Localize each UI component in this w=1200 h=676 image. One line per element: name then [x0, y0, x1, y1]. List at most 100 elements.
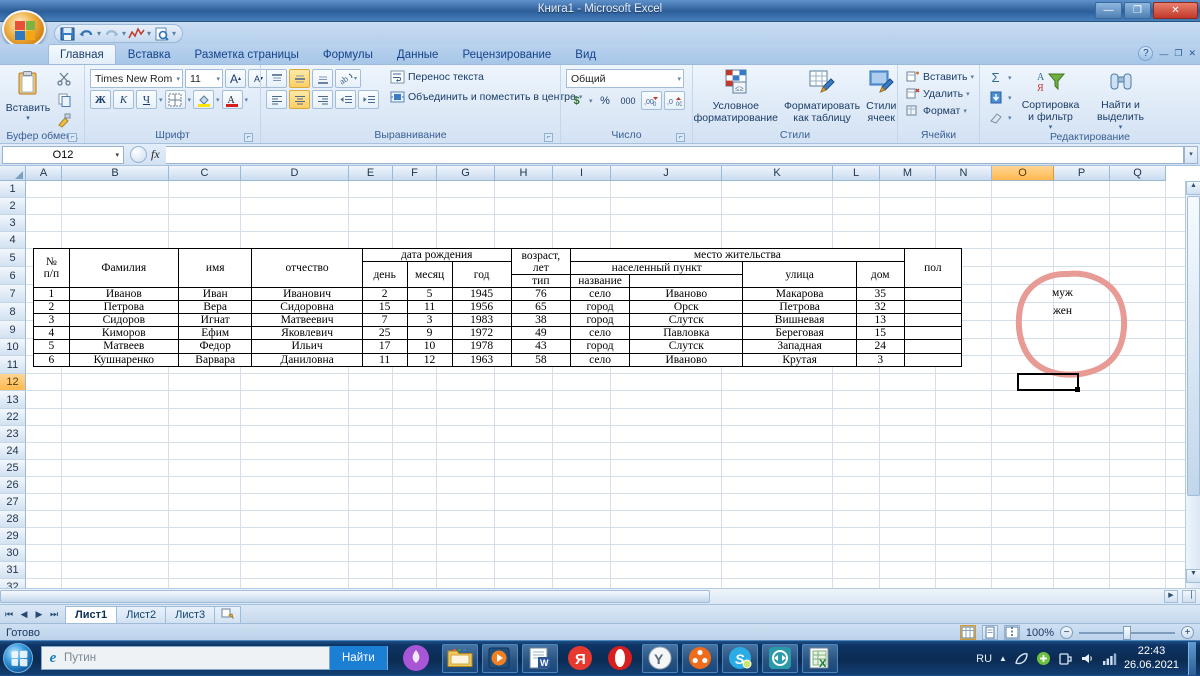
fill-down-button[interactable]	[985, 88, 1006, 107]
column-header-C[interactable]: C	[169, 166, 241, 181]
maximize-button[interactable]: ❐	[1124, 2, 1151, 19]
column-header-E[interactable]: E	[349, 166, 393, 181]
decrease-decimal-button[interactable]: ,000	[664, 91, 685, 110]
cell-type[interactable]: село	[570, 327, 629, 340]
cell-street[interactable]: Береговая	[743, 327, 856, 340]
redo-icon[interactable]	[103, 26, 120, 42]
customize-qat-arrow[interactable]: ▾	[172, 29, 176, 38]
last-sheet-button[interactable]: ⏭	[47, 609, 61, 620]
row-header-22[interactable]: 22	[0, 409, 26, 426]
column-header-K[interactable]: K	[722, 166, 833, 181]
office-button[interactable]	[2, 10, 46, 48]
cell-year[interactable]: 1945	[452, 288, 511, 301]
zoom-out-button[interactable]: −	[1060, 626, 1073, 639]
row-header-31[interactable]: 31	[0, 562, 26, 579]
kmplayer-icon[interactable]	[682, 644, 718, 673]
cell-num[interactable]: 6	[34, 353, 70, 366]
volume-icon[interactable]	[1080, 651, 1095, 666]
autosum-arrow[interactable]: ▾	[1008, 74, 1012, 82]
row-header-25[interactable]: 25	[0, 460, 26, 477]
cell-type[interactable]: город	[570, 340, 629, 353]
column-header-D[interactable]: D	[241, 166, 349, 181]
cell-settlement[interactable]: Павловка	[630, 327, 743, 340]
cell-day[interactable]: 25	[362, 327, 407, 340]
font-dialog-launcher[interactable]: ⌐	[244, 133, 253, 142]
number-dialog-launcher[interactable]: ⌐	[676, 133, 685, 142]
first-sheet-button[interactable]: ⏮	[2, 609, 16, 620]
cell-surname[interactable]: Петрова	[69, 301, 178, 314]
cell-month[interactable]: 12	[407, 353, 452, 366]
row-header-29[interactable]: 29	[0, 528, 26, 545]
cell-name[interactable]: Вера	[178, 301, 252, 314]
formula-input[interactable]	[166, 146, 1184, 164]
format-cells-arrow[interactable]: ▾	[963, 107, 967, 115]
cell-type[interactable]: село	[570, 288, 629, 301]
cell-surname[interactable]: Киморов	[69, 327, 178, 340]
cell-age[interactable]: 76	[511, 288, 570, 301]
cell-num[interactable]: 3	[34, 314, 70, 327]
cell-name[interactable]: Федор	[178, 340, 252, 353]
show-desktop-button[interactable]	[1188, 642, 1196, 675]
cell-age[interactable]: 49	[511, 327, 570, 340]
cell-day[interactable]: 2	[362, 288, 407, 301]
fill-down-arrow[interactable]: ▾	[1008, 94, 1012, 102]
paste-dropdown-arrow[interactable]: ▾	[26, 114, 30, 122]
sort-filter-button[interactable]: АЯ Сортировка и фильтр ▾	[1016, 68, 1086, 131]
cell-house[interactable]: 3	[856, 353, 904, 366]
orientation-button[interactable]: ab ▾	[335, 69, 361, 88]
column-header-P[interactable]: P	[1054, 166, 1110, 181]
cell-patronymic[interactable]: Матвеевич	[252, 314, 362, 327]
align-center-button[interactable]	[289, 90, 310, 109]
font-color-button[interactable]: A	[222, 90, 243, 109]
excel-icon[interactable]: X	[802, 644, 838, 673]
cell-house[interactable]: 13	[856, 314, 904, 327]
align-left-button[interactable]	[266, 90, 287, 109]
chart-icon[interactable]	[128, 26, 145, 42]
cell-num[interactable]: 2	[34, 301, 70, 314]
search-button[interactable]: Найти	[329, 646, 387, 670]
cell-gender[interactable]	[904, 327, 961, 340]
column-header-F[interactable]: F	[393, 166, 437, 181]
tab-home[interactable]: Главная	[48, 44, 116, 64]
close-button[interactable]: ✕	[1153, 2, 1198, 19]
borders-button[interactable]	[165, 90, 186, 109]
restore-window-icon[interactable]: ❐	[1174, 48, 1182, 59]
undo-dropdown-arrow[interactable]: ▾	[97, 29, 101, 38]
vertical-scroll-thumb[interactable]	[1187, 196, 1200, 496]
underline-arrow[interactable]: ▾	[159, 96, 163, 104]
cell-year[interactable]: 1963	[452, 353, 511, 366]
close-workbook-icon[interactable]: ✕	[1188, 48, 1196, 59]
align-right-button[interactable]	[312, 90, 333, 109]
cell-name[interactable]: Ефим	[178, 327, 252, 340]
increase-indent-button[interactable]	[358, 90, 379, 109]
number-format-select[interactable]: Общий▾	[566, 69, 684, 88]
table-row[interactable]: 1 Иванов Иван Иванович 2 5 1945 76 село …	[34, 288, 962, 301]
zoom-slider[interactable]	[1079, 632, 1175, 634]
select-all-button[interactable]	[0, 166, 26, 181]
cell-street[interactable]: Крутая	[743, 353, 856, 366]
cell-settlement[interactable]: Слутск	[630, 314, 743, 327]
row-header-28[interactable]: 28	[0, 511, 26, 528]
sheet-tab-1[interactable]: Лист1	[65, 606, 117, 623]
cells-canvas[interactable]: № п/п Фамилия имя отчество дата рождения…	[26, 181, 1200, 604]
skype-icon[interactable]: S	[722, 644, 758, 673]
language-indicator[interactable]: RU	[976, 653, 992, 665]
increase-font-size-button[interactable]: A▴	[225, 69, 246, 88]
cell-month[interactable]: 3	[407, 314, 452, 327]
column-header-J[interactable]: J	[611, 166, 722, 181]
taskbar-search-box[interactable]: e Найти	[41, 646, 388, 670]
cell-gender[interactable]	[904, 288, 961, 301]
taskbar-clock[interactable]: 22:43 26.06.2021	[1124, 645, 1179, 673]
new-sheet-button[interactable]	[214, 606, 241, 623]
row-header-11[interactable]: 11	[0, 356, 26, 374]
cell-num[interactable]: 4	[34, 327, 70, 340]
cell-day[interactable]: 17	[362, 340, 407, 353]
font-name-input[interactable]: Times New Rom▾	[90, 69, 183, 88]
column-header-B[interactable]: B	[62, 166, 169, 181]
conditional-formatting-button[interactable]: ≤≥ Условное форматирование	[694, 67, 778, 124]
decrease-indent-button[interactable]	[335, 90, 356, 109]
cell-settlement[interactable]: Иваново	[630, 353, 743, 366]
search-input[interactable]	[64, 652, 329, 664]
help-icon[interactable]: ?	[1138, 46, 1153, 61]
cell-house[interactable]: 24	[856, 340, 904, 353]
